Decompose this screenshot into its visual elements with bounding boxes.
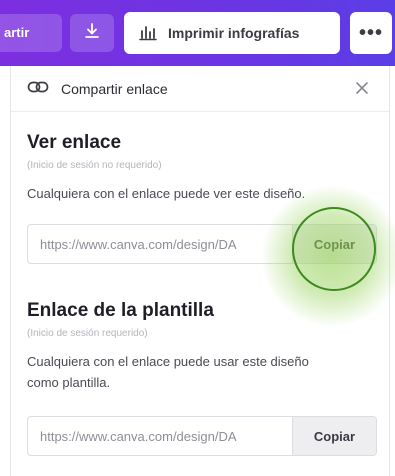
template-link-row: Copiar <box>27 416 377 456</box>
view-link-url-field[interactable] <box>28 225 292 263</box>
template-link-url-field[interactable] <box>28 417 292 455</box>
template-link-title: Enlace de la plantilla <box>27 300 214 321</box>
print-infographics-button[interactable]: Imprimir infografías <box>124 12 340 54</box>
download-icon <box>83 22 101 45</box>
more-options-label: ••• <box>358 21 383 44</box>
link-icon <box>27 79 49 98</box>
view-link-subtitle: (Inicio de sesión no requerido) <box>27 160 162 171</box>
print-infographics-label: Imprimir infografías <box>168 25 300 41</box>
panel-header: Compartir enlace <box>11 66 389 112</box>
view-link-section: Ver enlace (Inicio de sesión no requerid… <box>11 132 389 204</box>
view-link-description: Cualquiera con el enlace puede ver este … <box>27 186 306 201</box>
close-button[interactable] <box>351 78 373 100</box>
panel-title: Compartir enlace <box>61 80 168 97</box>
template-link-copy-button[interactable]: Copiar <box>292 417 376 455</box>
share-button[interactable]: artir <box>0 14 62 52</box>
view-link-row: Copiar <box>27 224 377 264</box>
template-link-section: Enlace de la plantilla (Inicio de sesión… <box>11 300 389 393</box>
template-link-description: Cualquiera con el enlace puede usar este… <box>27 354 309 390</box>
top-toolbar: artir Imprimir infografías ••• <box>0 0 395 66</box>
template-link-subtitle: (Inicio de sesión requerido) <box>27 328 148 339</box>
share-link-panel: Compartir enlace Ver enlace (Inicio de s… <box>10 66 390 476</box>
view-link-copy-button[interactable]: Copiar <box>292 225 376 263</box>
more-options-button[interactable]: ••• <box>350 12 392 54</box>
view-link-title: Ver enlace <box>27 132 122 153</box>
chart-icon <box>138 23 158 44</box>
close-icon <box>355 81 369 98</box>
share-button-label: artir <box>4 25 30 40</box>
download-button[interactable] <box>70 14 114 52</box>
